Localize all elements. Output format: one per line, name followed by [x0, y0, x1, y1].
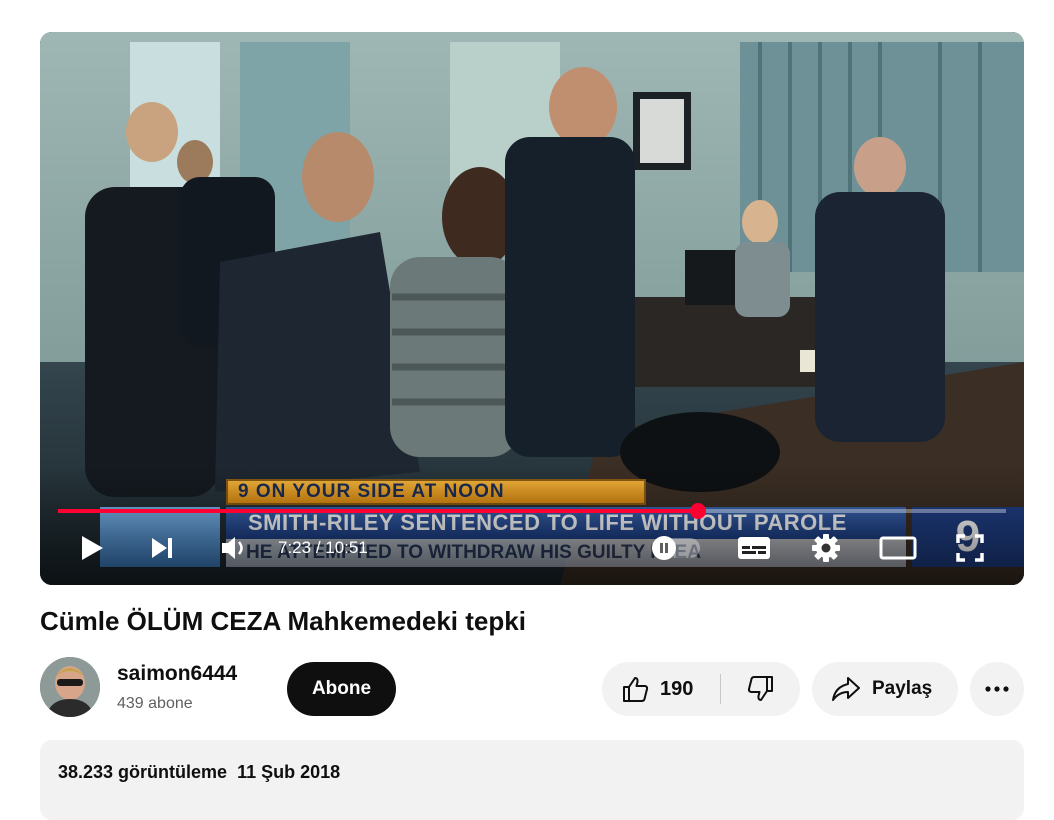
dislike-button[interactable]: [721, 662, 800, 716]
subscribe-button[interactable]: Abone: [287, 662, 396, 716]
progress-bar[interactable]: [58, 503, 1006, 519]
player-controls: 7:23 / 10:51: [40, 528, 1024, 568]
channel-name[interactable]: saimon6444: [117, 662, 237, 686]
subtitles-icon: [738, 537, 770, 559]
next-icon: [152, 538, 172, 558]
share-label: Paylaş: [872, 678, 933, 699]
video-player[interactable]: 9 ON YOUR SIDE AT NOON SMITH-RILEY SENTE…: [40, 32, 1024, 585]
play-icon: [82, 536, 103, 560]
subtitles-button[interactable]: [732, 528, 776, 568]
share-button[interactable]: Paylaş: [812, 662, 958, 716]
like-button[interactable]: 190: [602, 662, 720, 716]
pause-icon: [652, 536, 676, 560]
theater-mode-icon: [879, 536, 917, 560]
fullscreen-icon: [956, 534, 984, 562]
like-dislike-group: 190: [602, 662, 800, 716]
next-button[interactable]: [140, 528, 184, 568]
more-actions-button[interactable]: [970, 662, 1024, 716]
settings-button[interactable]: [804, 528, 848, 568]
mute-button[interactable]: [212, 528, 256, 568]
upload-date: 11 Şub 2018: [237, 762, 341, 782]
volume-icon: [222, 537, 243, 559]
time-display: 7:23 / 10:51: [278, 528, 368, 568]
play-button[interactable]: [70, 528, 114, 568]
time-separator: /: [311, 538, 326, 557]
view-count: 38.233 görüntüleme: [58, 762, 228, 782]
fullscreen-button[interactable]: [948, 528, 992, 568]
current-time: 7:23: [278, 538, 312, 557]
like-count: 190: [660, 677, 694, 700]
avatar-image: [40, 657, 100, 717]
video-title: Cümle ÖLÜM CEZA Mahkemedeki tepki: [40, 606, 526, 636]
share-icon: [832, 677, 860, 701]
more-horizontal-icon: [985, 686, 1009, 692]
duration: 10:51: [325, 538, 368, 557]
autoplay-toggle[interactable]: [652, 536, 700, 560]
subscriber-count: 439 abone: [117, 695, 193, 712]
settings-gear-icon: [812, 534, 840, 562]
description-meta: 38.233 görüntüleme 11 Şub 2018: [58, 762, 350, 783]
progress-scrubber[interactable]: [689, 503, 706, 519]
progress-played: [58, 509, 698, 513]
channel-avatar[interactable]: [40, 657, 100, 717]
thumbs-down-icon: [747, 676, 773, 701]
theater-mode-button[interactable]: [876, 528, 920, 568]
thumbs-up-icon: [623, 677, 649, 702]
description-box[interactable]: 38.233 görüntüleme 11 Şub 2018: [40, 740, 1024, 820]
